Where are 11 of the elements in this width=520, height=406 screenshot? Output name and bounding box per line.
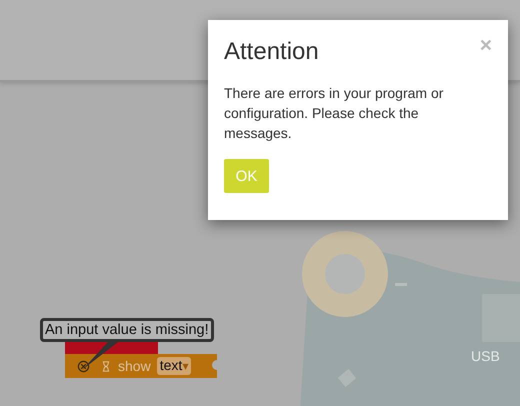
hourglass-icon — [102, 360, 110, 372]
text-dropdown[interactable]: text▾ — [156, 357, 192, 375]
block-label: show — [118, 358, 151, 374]
show-block[interactable]: show text▾ — [65, 354, 217, 378]
error-tooltip: An input value is missing! — [40, 318, 214, 342]
usb-label: USB — [471, 348, 500, 364]
block-connector — [212, 360, 220, 370]
dialog-title: Attention — [224, 38, 319, 66]
tooltip-pointer — [80, 342, 120, 372]
error-icon[interactable] — [77, 360, 90, 372]
dialog-message: There are errors in your program or configuration. Please check the messages. — [224, 84, 444, 143]
